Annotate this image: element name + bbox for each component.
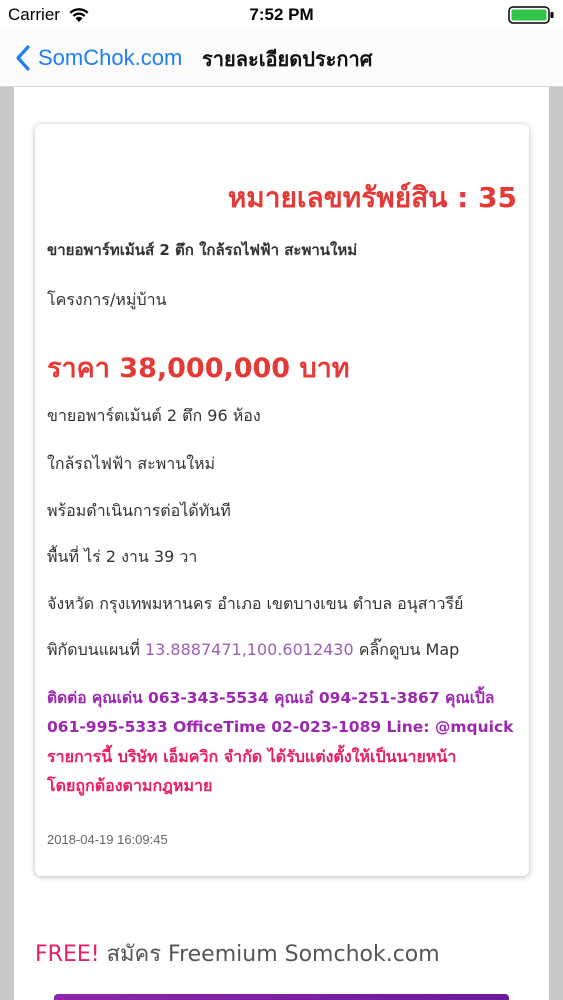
web-view[interactable]: หมายเลขทรัพย์สิน : 35 ขายอพาร์ทเม้นส์ 2 … xyxy=(0,87,563,1000)
detail-line: พื้นที่ ไร่ 2 งาน 39 วา xyxy=(47,547,198,566)
page-title: รายละเอียดประกาศ xyxy=(202,47,373,71)
navigation-bar: SomChok.com รายละเอียดประกาศ xyxy=(0,30,563,87)
price-text: ราคา 38,000,000 บาท xyxy=(47,353,350,384)
project-label: โครงการ/หมู่บ้าน xyxy=(47,290,167,309)
map-coordinates-line: พิกัดบนแผนที่ 13.8887471,100.6012430 คลิ… xyxy=(47,638,459,663)
status-time: 7:52 PM xyxy=(249,5,314,24)
map-coordinates-link[interactable]: 13.8887471,100.6012430 xyxy=(145,640,354,659)
contact-info: ติดต่อ คุณเด่น 063-343-5534 คุณเอ๋ 094-2… xyxy=(47,684,525,742)
agent-notice: รายการนี้ บริษัท เอ็มควิก จำกัด ได้รับแต… xyxy=(47,742,525,800)
freemium-promo[interactable]: FREE! สมัคร Freemium Somchok.com xyxy=(35,936,440,971)
coords-suffix: คลิ๊กดูบน Map xyxy=(358,640,460,659)
posted-timestamp: 2018-04-19 16:09:45 xyxy=(47,832,168,847)
listing-title: ขายอพาร์ทเม้นส์ 2 ตึก ใกล้รถไฟฟ้า สะพานใ… xyxy=(47,241,358,259)
chevron-left-icon xyxy=(16,45,30,71)
app-screen: Carrier 7:52 PM SomChok.com รายละเอียดปร… xyxy=(0,0,563,1000)
agent-line: โดยถูกต้องตามกฎหมาย xyxy=(47,776,213,795)
free-badge: FREE! xyxy=(35,942,100,967)
contact-line: 061-995-5333 OfficeTime 02-023-1089 Line… xyxy=(47,718,514,736)
freemium-text: สมัคร Freemium Somchok.com xyxy=(106,942,440,967)
back-button-label: SomChok.com xyxy=(38,45,183,70)
coords-prefix: พิกัดบนแผนที่ xyxy=(47,640,140,659)
signup-button[interactable] xyxy=(54,994,509,1000)
battery-icon xyxy=(508,6,554,24)
detail-line: พร้อมดำเนินการต่อได้ทันที xyxy=(47,501,231,520)
back-button[interactable]: SomChok.com xyxy=(14,40,182,76)
detail-line: ขายอพาร์ตเม้นต์ 2 ตึก 96 ห้อง xyxy=(47,406,261,425)
status-bar: Carrier 7:52 PM xyxy=(0,0,563,30)
agent-line: รายการนี้ บริษัท เอ็มควิก จำกัด ได้รับแต… xyxy=(47,747,457,766)
contact-line: ติดต่อ คุณเด่น 063-343-5534 คุณเอ๋ 094-2… xyxy=(47,689,495,707)
listing-card: หมายเลขทรัพย์สิน : 35 ขายอพาร์ทเม้นส์ 2 … xyxy=(35,124,529,876)
detail-line: จังหวัด กรุงเทพมหานคร อำเภอ เขตบางเขน ตำ… xyxy=(47,594,464,613)
asset-number: หมายเลขทรัพย์สิน : 35 xyxy=(227,181,517,214)
web-page: หมายเลขทรัพย์สิน : 35 ขายอพาร์ทเม้นส์ 2 … xyxy=(14,87,549,1000)
detail-line: ใกล้รถไฟฟ้า สะพานใหม่ xyxy=(47,454,216,473)
